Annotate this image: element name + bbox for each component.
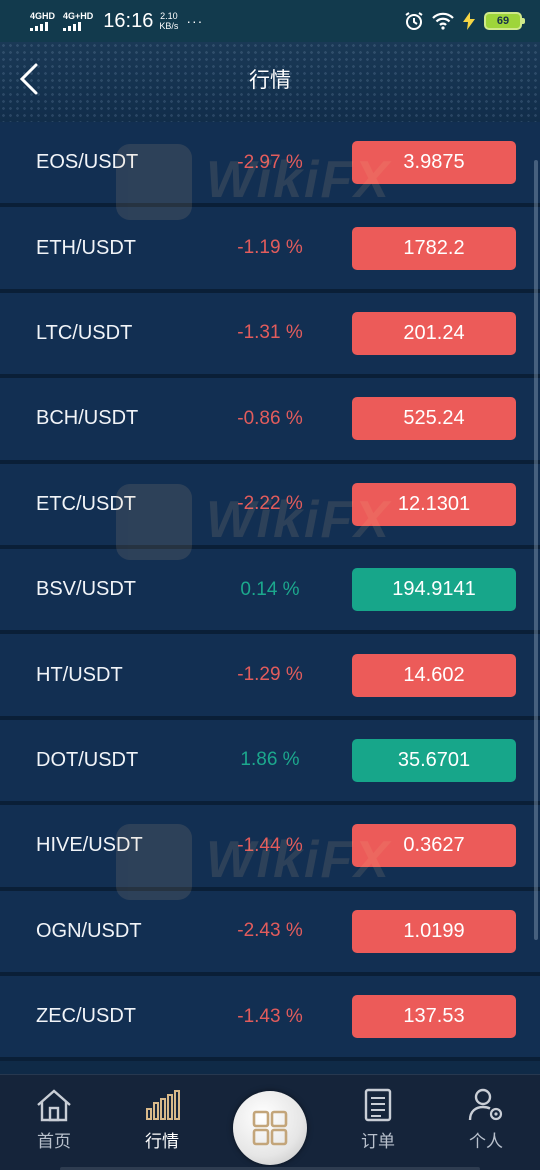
pair-name: BCH/USDT: [36, 407, 139, 430]
change-percent: -2.97 %: [237, 151, 303, 173]
pair-name: EOS/USDT: [36, 151, 139, 174]
more-notifications: ···: [186, 13, 204, 29]
network-speed: 2.10 KB/s: [159, 11, 178, 31]
signal-bars-icon: [30, 21, 48, 31]
tab-market[interactable]: 行情: [117, 1087, 207, 1152]
alarm-icon: [405, 12, 423, 30]
market-row[interactable]: ZEC/USDT -1.43 % 137.53: [0, 975, 540, 1062]
change-percent: -1.29 %: [237, 664, 303, 686]
tab-profile-label: 个人: [469, 1132, 503, 1151]
battery-level: 69: [496, 15, 510, 27]
price-badge: 3.9875: [352, 141, 516, 185]
signal-2: 4G+HD: [63, 10, 94, 31]
pair-name: LTC/USDT: [36, 321, 133, 344]
pair-name: DOT/USDT: [36, 748, 139, 771]
home-icon: [37, 1089, 71, 1122]
status-bar: 4GHD 4G+HD 16:16 2.10 KB/s ··· 69: [0, 0, 540, 42]
scrollbar[interactable]: [534, 160, 538, 940]
price-badge: 201.24: [352, 311, 516, 355]
user-settings-icon: [468, 1088, 503, 1121]
change-percent: 1.86 %: [240, 749, 300, 771]
market-row[interactable]: HT/USDT -1.29 % 14.602: [0, 634, 540, 720]
network-label-1: 4GHD: [30, 10, 56, 21]
price-badge: 14.602: [352, 653, 516, 697]
change-percent: -0.86 %: [237, 407, 303, 429]
market-row[interactable]: ETH/USDT -1.19 % 1782.2: [0, 207, 540, 293]
grid-menu-icon: [252, 1110, 288, 1146]
price-badge: 1.0199: [352, 909, 516, 953]
market-row[interactable]: BCH/USDT -0.86 % 525.24: [0, 378, 540, 464]
market-row[interactable]: EOS/USDT -2.97 % 3.9875: [0, 122, 540, 208]
price-badge: 0.3627: [352, 824, 516, 868]
speed-value: 2.10: [160, 11, 178, 21]
signal-1: 4GHD: [30, 10, 56, 31]
change-percent: -1.31 %: [237, 322, 303, 344]
tab-market-label: 行情: [145, 1132, 179, 1151]
charging-icon: [463, 12, 475, 30]
pair-name: BSV/USDT: [36, 578, 137, 601]
network-label-2: 4G+HD: [63, 10, 94, 21]
price-badge: 1782.2: [352, 226, 516, 270]
market-row[interactable]: ETC/USDT -2.22 % 12.1301: [0, 463, 540, 549]
pair-name: ZEC/USDT: [36, 1005, 136, 1028]
chart-bars-icon: [146, 1090, 180, 1120]
price-badge: 525.24: [352, 397, 516, 441]
pair-name: ETC/USDT: [36, 492, 136, 515]
price-badge: 137.53: [352, 995, 516, 1039]
change-percent: 0.14 %: [240, 578, 300, 600]
tab-profile[interactable]: 个人: [441, 1087, 531, 1152]
tab-home[interactable]: 首页: [9, 1087, 99, 1152]
tab-orders-label: 订单: [361, 1132, 395, 1151]
change-percent: -1.43 %: [237, 1005, 303, 1027]
market-row[interactable]: LTC/USDT -1.31 % 201.24: [0, 292, 540, 379]
signal-bars-icon: [63, 21, 82, 31]
pair-name: ETH/USDT: [36, 236, 136, 259]
market-row[interactable]: DOT/USDT 1.86 % 35.6701: [0, 719, 540, 806]
change-percent: -1.44 %: [237, 834, 303, 856]
center-menu-button[interactable]: [233, 1091, 307, 1165]
page-title: 行情: [249, 69, 291, 92]
tab-home-label: 首页: [37, 1132, 71, 1151]
pair-name: OGN/USDT: [36, 919, 142, 942]
change-percent: -2.22 %: [237, 493, 303, 515]
market-row[interactable]: HIVE/USDT -1.44 % 0.3627: [0, 805, 540, 891]
bottom-tab-bar: 首页 行情 订单 个人: [0, 1074, 540, 1170]
price-badge: 35.6701: [352, 738, 516, 782]
orders-document-icon: [364, 1088, 392, 1122]
market-list[interactable]: EOS/USDT -2.97 % 3.9875 ETH/USDT -1.19 %…: [0, 122, 540, 1074]
pair-name: HIVE/USDT: [36, 834, 143, 857]
pair-name: HT/USDT: [36, 663, 123, 686]
market-row[interactable]: OGN/USDT -2.43 % 1.0199: [0, 890, 540, 976]
speed-unit: KB/s: [159, 21, 179, 31]
change-percent: -2.43 %: [237, 920, 303, 942]
change-percent: -1.19 %: [237, 237, 303, 259]
wifi-icon: [432, 12, 454, 30]
battery-icon: 69: [484, 12, 525, 30]
market-row[interactable]: BSV/USDT 0.14 % 194.9141: [0, 548, 540, 635]
price-badge: 12.1301: [352, 482, 516, 526]
price-badge: 194.9141: [352, 568, 516, 612]
clock: 16:16: [103, 9, 154, 32]
nav-header: 行情: [0, 42, 540, 122]
status-icons: 69: [404, 11, 525, 31]
tab-orders[interactable]: 订单: [333, 1087, 423, 1152]
